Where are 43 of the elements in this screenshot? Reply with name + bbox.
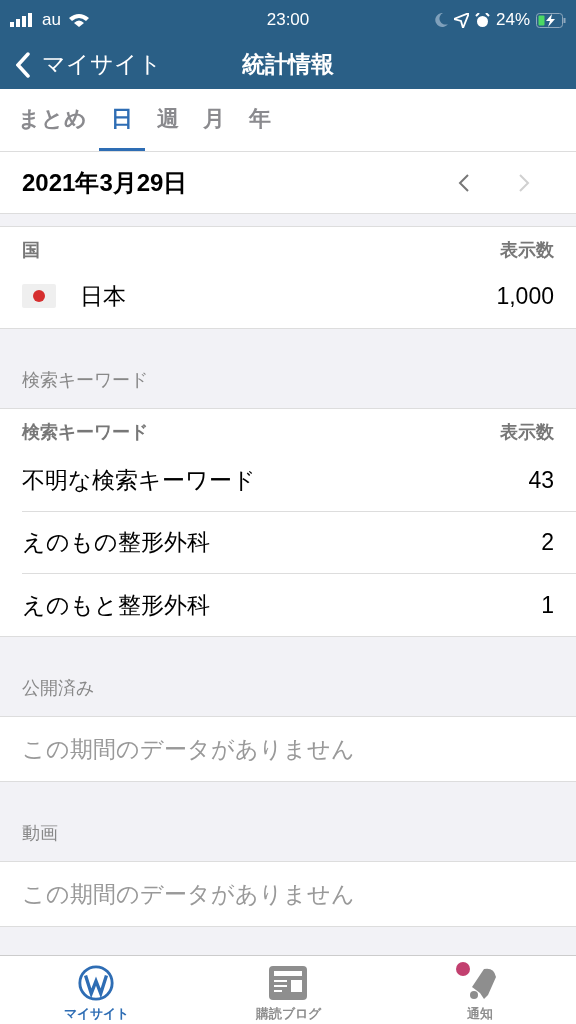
newspaper-icon <box>269 966 307 1000</box>
view-count: 43 <box>528 466 554 496</box>
section-title: 検索キーワード <box>22 369 148 392</box>
chevron-left-icon <box>458 172 470 193</box>
column-header: 国 <box>22 239 40 262</box>
carrier: au <box>42 9 61 32</box>
logo-icon <box>77 964 115 1002</box>
period-tab[interactable]: まとめ <box>6 89 99 151</box>
period-tab[interactable]: 月 <box>191 89 237 151</box>
keyword: えのもの整形外科 <box>22 528 211 558</box>
empty-message: この期間のデータがありません <box>22 879 355 909</box>
clock: 23:00 <box>265 9 311 32</box>
battery-percent: 24% <box>495 9 530 32</box>
empty-message: この期間のデータがありません <box>22 734 355 764</box>
chevron-right-icon <box>518 172 530 193</box>
location-icon <box>453 12 469 28</box>
view-count: 1,000 <box>496 281 554 311</box>
section-title: 公開済み <box>22 677 94 700</box>
column-header: 検索キーワード <box>22 421 148 444</box>
notification-badge <box>456 962 470 976</box>
screen-title: 統計情報 <box>242 50 334 80</box>
keyword: 不明な検索キーワード <box>22 466 257 496</box>
view-count: 2 <box>541 528 554 558</box>
tab-bar-item[interactable]: 購読ブログ <box>192 956 384 1024</box>
column-header: 表示数 <box>500 421 554 444</box>
keyword: えのもと整形外科 <box>22 590 211 620</box>
alarm-icon <box>474 12 490 28</box>
period-tab[interactable]: 年 <box>237 89 283 151</box>
moon-icon <box>434 13 448 27</box>
chevron-left-icon <box>16 51 30 78</box>
view-count: 1 <box>541 590 554 620</box>
tab-bar-item[interactable]: 通知 <box>384 956 576 1024</box>
signal-icon <box>10 13 34 27</box>
country-name: 日本 <box>80 281 127 311</box>
column-header: 表示数 <box>500 239 554 262</box>
battery-icon <box>536 12 566 28</box>
wifi-icon <box>68 13 89 27</box>
flag-icon <box>22 284 56 308</box>
period-tab[interactable]: 週 <box>145 89 191 151</box>
tab-bar-item[interactable]: マイサイト <box>0 956 192 1024</box>
back-button[interactable]: マイサイト <box>16 47 162 82</box>
section-title: 動画 <box>22 822 58 845</box>
date-label: 2021年3月29日 <box>22 167 189 198</box>
